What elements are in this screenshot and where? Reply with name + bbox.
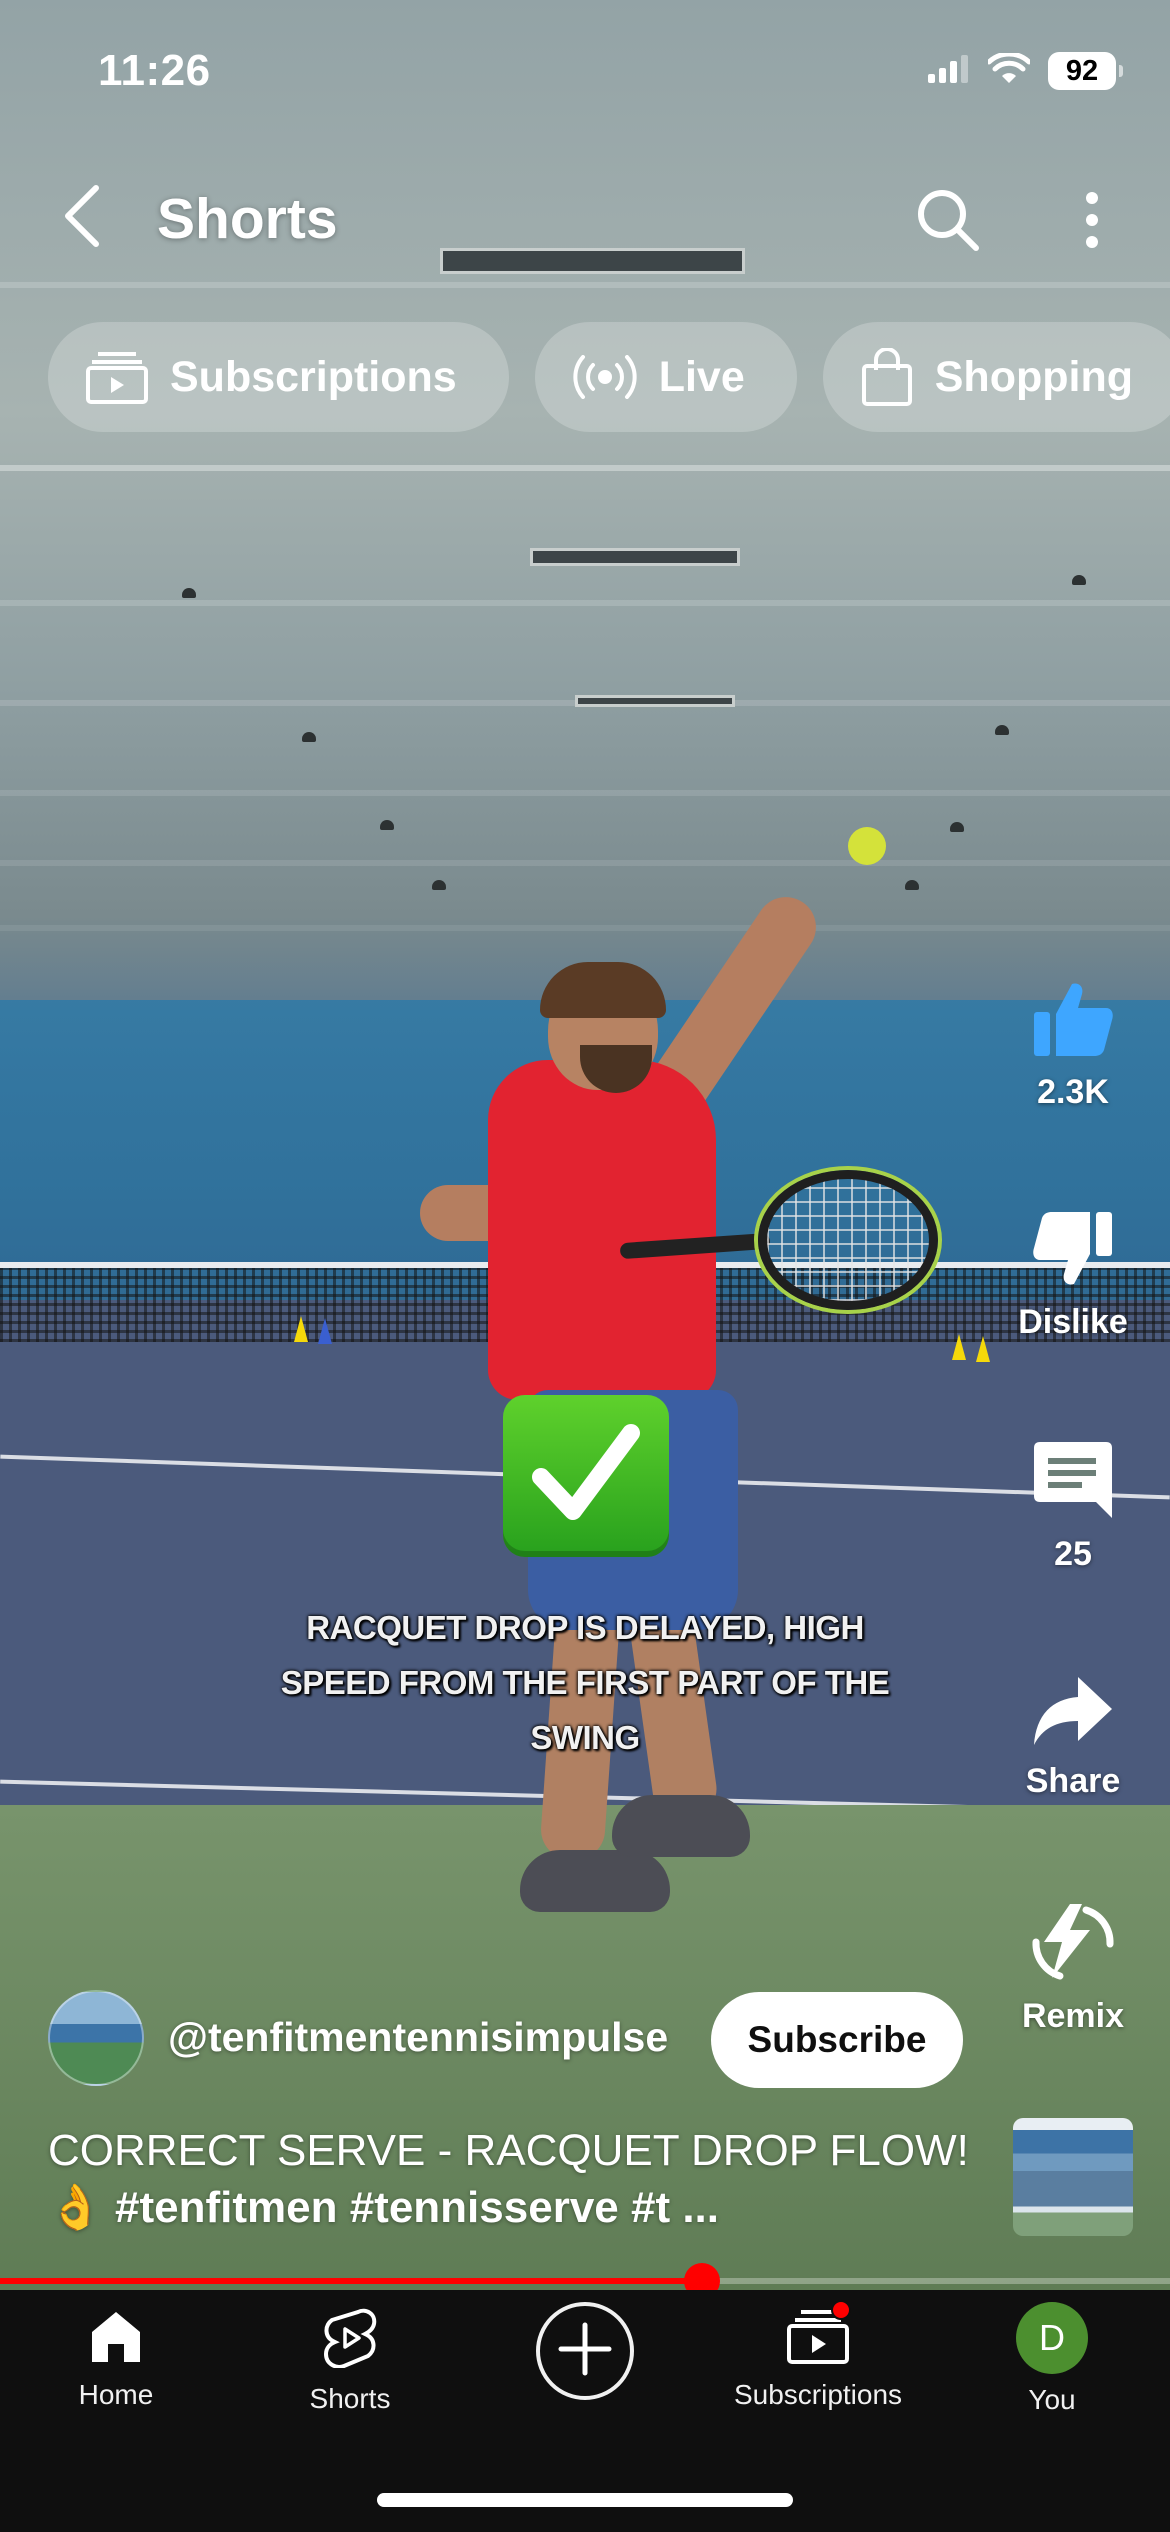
- cellular-signal-icon: [928, 54, 970, 88]
- battery-level: 92: [1065, 54, 1099, 87]
- remix-button[interactable]: Remix: [988, 1900, 1158, 2036]
- filter-chips: Subscriptions Live Shopping: [48, 322, 1170, 432]
- home-indicator: [377, 2493, 793, 2507]
- page-title: Shorts: [157, 187, 338, 251]
- status-icons: 92: [928, 51, 1123, 90]
- search-icon: [916, 188, 980, 257]
- share-label: Share: [1025, 1762, 1121, 1800]
- nav-label: You: [1028, 2384, 1076, 2415]
- thumbs-up-icon: [1032, 980, 1114, 1063]
- avatar: D: [1016, 2302, 1088, 2374]
- create-button[interactable]: [536, 2302, 634, 2400]
- video-caption: RACQUET DROP IS DELAYED, HIGH SPEED FROM…: [280, 1609, 890, 1756]
- remix-label: Remix: [1021, 1997, 1125, 2035]
- chip-live[interactable]: Live: [534, 322, 797, 432]
- like-button[interactable]: 2.3K: [988, 980, 1158, 1112]
- description-hashtags[interactable]: #tenfitmen #tennisserve #t ...: [115, 2183, 719, 2232]
- more-options-button[interactable]: [1052, 182, 1132, 262]
- chip-label: Subscriptions: [170, 352, 457, 401]
- notification-dot: [831, 2300, 851, 2320]
- nav-shorts[interactable]: Shorts: [250, 2308, 450, 2415]
- remix-icon: [1030, 1900, 1116, 1987]
- create-plus-icon: [557, 2321, 613, 2382]
- chip-shopping[interactable]: Shopping: [822, 322, 1170, 432]
- nav-label: Home: [78, 2379, 154, 2410]
- chip-label: Shopping: [934, 352, 1133, 401]
- progress-bar[interactable]: [0, 2263, 1170, 2299]
- related-video-thumbnail[interactable]: [1013, 2118, 1133, 2236]
- comment-count: 25: [1054, 1535, 1092, 1573]
- share-icon: [1032, 1675, 1114, 1752]
- battery-indicator: 92: [1048, 52, 1123, 90]
- channel-handle[interactable]: @tenfitmentennisimpulse: [168, 2014, 668, 2061]
- shorts-icon: [322, 2308, 378, 2373]
- wifi-icon: [986, 51, 1032, 90]
- thumbs-down-icon: [1032, 1210, 1114, 1293]
- live-icon: [573, 355, 637, 399]
- nav-subscriptions[interactable]: Subscriptions: [718, 2300, 918, 2411]
- shopping-bag-icon: [861, 348, 913, 406]
- progress-fill: [0, 2278, 702, 2284]
- status-time: 11:26: [98, 46, 211, 95]
- comments-button[interactable]: 25: [988, 1440, 1158, 1574]
- dislike-label: Dislike: [1018, 1303, 1128, 1341]
- comment-icon: [1032, 1440, 1114, 1525]
- subscribe-button[interactable]: Subscribe: [711, 1992, 963, 2088]
- subscriptions-icon: [86, 350, 148, 404]
- home-icon: [88, 2308, 144, 2369]
- nav-you[interactable]: D You: [952, 2302, 1152, 2416]
- more-vertical-icon: [1084, 191, 1100, 253]
- chevron-left-icon: [62, 184, 102, 253]
- subscriptions-icon: [787, 2300, 851, 2369]
- chip-subscriptions[interactable]: Subscriptions: [48, 322, 509, 432]
- share-button[interactable]: Share: [988, 1675, 1158, 1801]
- check-mark-button-icon: [503, 1395, 669, 1557]
- channel-avatar[interactable]: [48, 1990, 144, 2086]
- nav-home[interactable]: Home: [16, 2308, 216, 2411]
- nav-label: Subscriptions: [733, 2379, 903, 2410]
- dislike-button[interactable]: Dislike: [988, 1210, 1158, 1342]
- like-count: 2.3K: [1037, 1073, 1109, 1111]
- chip-label: Live: [658, 352, 745, 401]
- back-button[interactable]: [55, 178, 109, 258]
- video-description[interactable]: CORRECT SERVE - RACQUET DROP FLOW! 👌 #te…: [48, 2122, 988, 2236]
- search-button[interactable]: [908, 182, 988, 262]
- tennis-ball: [848, 827, 886, 865]
- nav-label: Shorts: [309, 2383, 391, 2414]
